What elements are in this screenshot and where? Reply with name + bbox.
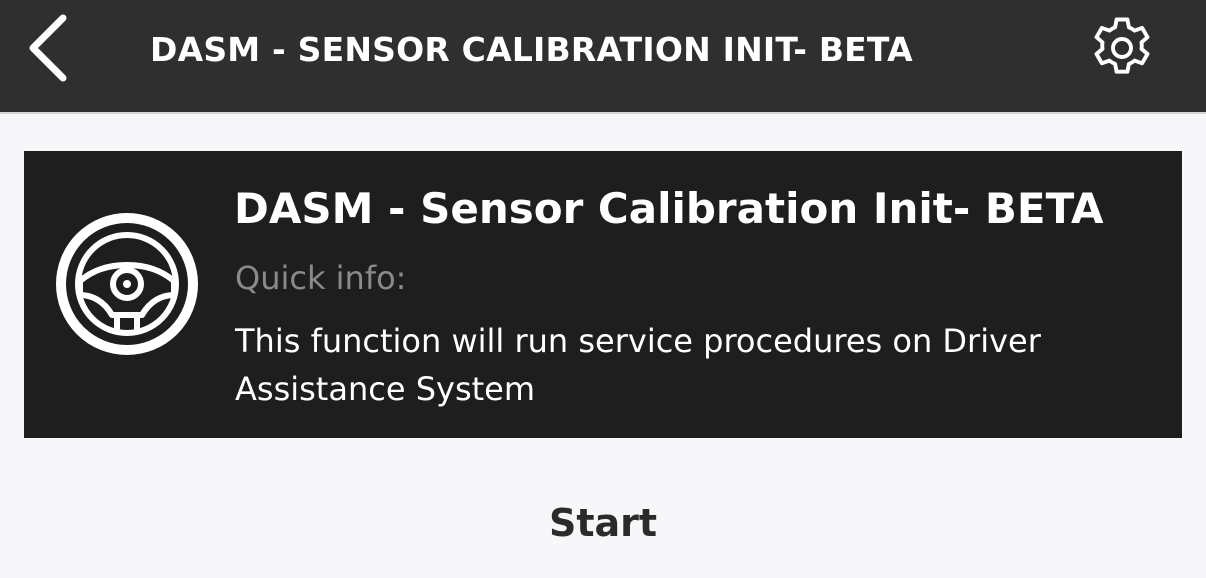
gear-icon [1094,17,1150,74]
function-info-card: DASM - Sensor Calibration Init- BETA Qui… [24,151,1182,438]
settings-button[interactable] [1080,6,1164,90]
page-title: DASM - SENSOR CALIBRATION INIT- BETA [150,30,913,69]
start-button[interactable]: Start [440,486,766,560]
function-description: This function will run service procedure… [235,322,1041,408]
chevron-left-icon [29,14,67,82]
quick-info-label: Quick info: [235,259,407,297]
top-bar: DASM - SENSOR CALIBRATION INIT- BETA [0,0,1206,114]
back-button[interactable] [14,6,84,90]
steering-wheel-icon [56,213,198,355]
function-title: DASM - Sensor Calibration Init- BETA [234,184,1104,233]
